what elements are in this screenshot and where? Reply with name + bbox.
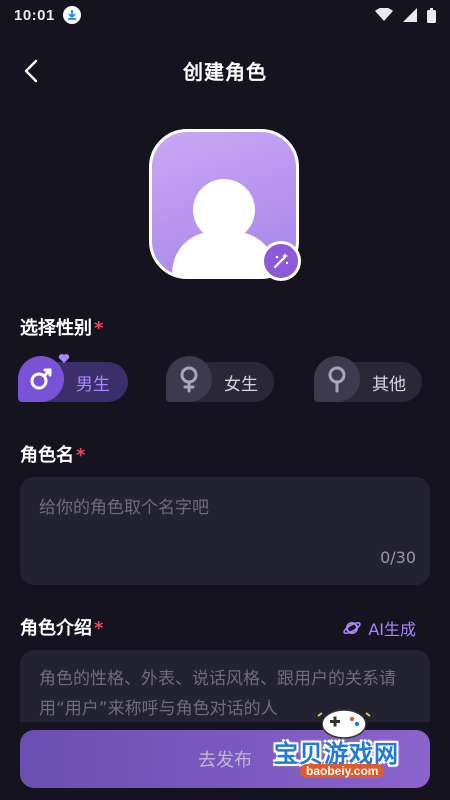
status-bar: 10:01 bbox=[0, 0, 450, 30]
name-section-label: 角色名 * bbox=[20, 441, 85, 467]
gender-option-label: 其他 bbox=[372, 374, 406, 395]
status-icons bbox=[375, 7, 436, 23]
required-mark: * bbox=[94, 618, 104, 639]
back-button[interactable] bbox=[16, 56, 46, 86]
chevron-left-icon bbox=[24, 59, 38, 83]
gender-option-other[interactable]: 其他 bbox=[314, 356, 422, 402]
avatar-picker[interactable] bbox=[149, 129, 301, 281]
watermark-subtitle: baobeiy.com bbox=[300, 764, 385, 778]
gender-option-male[interactable]: 男生 bbox=[18, 354, 128, 402]
required-mark: * bbox=[94, 318, 104, 339]
planet-icon bbox=[343, 622, 362, 634]
ai-generate-button[interactable]: AI生成 bbox=[342, 616, 416, 640]
name-placeholder: 给你的角色取个名字吧 bbox=[39, 498, 209, 518]
heart-icon bbox=[58, 354, 70, 363]
name-input[interactable]: 给你的角色取个名字吧 0/30 bbox=[20, 477, 430, 585]
gender-option-label: 男生 bbox=[76, 374, 110, 395]
page-title: 创建角色 bbox=[183, 59, 267, 84]
watermark-logo: 宝贝游戏网 baobeiy.com bbox=[272, 704, 432, 794]
name-char-counter: 0/30 bbox=[380, 548, 416, 567]
name-label: 角色名 bbox=[20, 445, 74, 466]
battery-icon bbox=[427, 7, 436, 23]
status-time: 10:01 bbox=[14, 6, 55, 24]
gender-options: 男生 女生 其他 bbox=[18, 354, 438, 406]
gender-option-label: 女生 bbox=[224, 374, 258, 395]
intro-section-label: 角色介绍 * bbox=[20, 614, 103, 640]
wifi-icon bbox=[375, 8, 393, 21]
download-icon bbox=[62, 6, 81, 24]
female-symbol-icon bbox=[166, 356, 212, 402]
magic-wand-icon bbox=[273, 253, 289, 269]
avatar-edit-button[interactable] bbox=[261, 241, 301, 281]
gender-option-female[interactable]: 女生 bbox=[166, 356, 274, 402]
ai-generate-label: AI生成 bbox=[368, 620, 416, 639]
signal-icon bbox=[403, 8, 417, 22]
other-gender-icon bbox=[314, 356, 360, 402]
intro-label: 角色介绍 bbox=[20, 618, 92, 639]
gender-section-label: 选择性别 * bbox=[20, 314, 103, 340]
required-mark: * bbox=[76, 445, 86, 466]
gender-label: 选择性别 bbox=[20, 318, 92, 339]
header: 创建角色 bbox=[0, 46, 450, 94]
